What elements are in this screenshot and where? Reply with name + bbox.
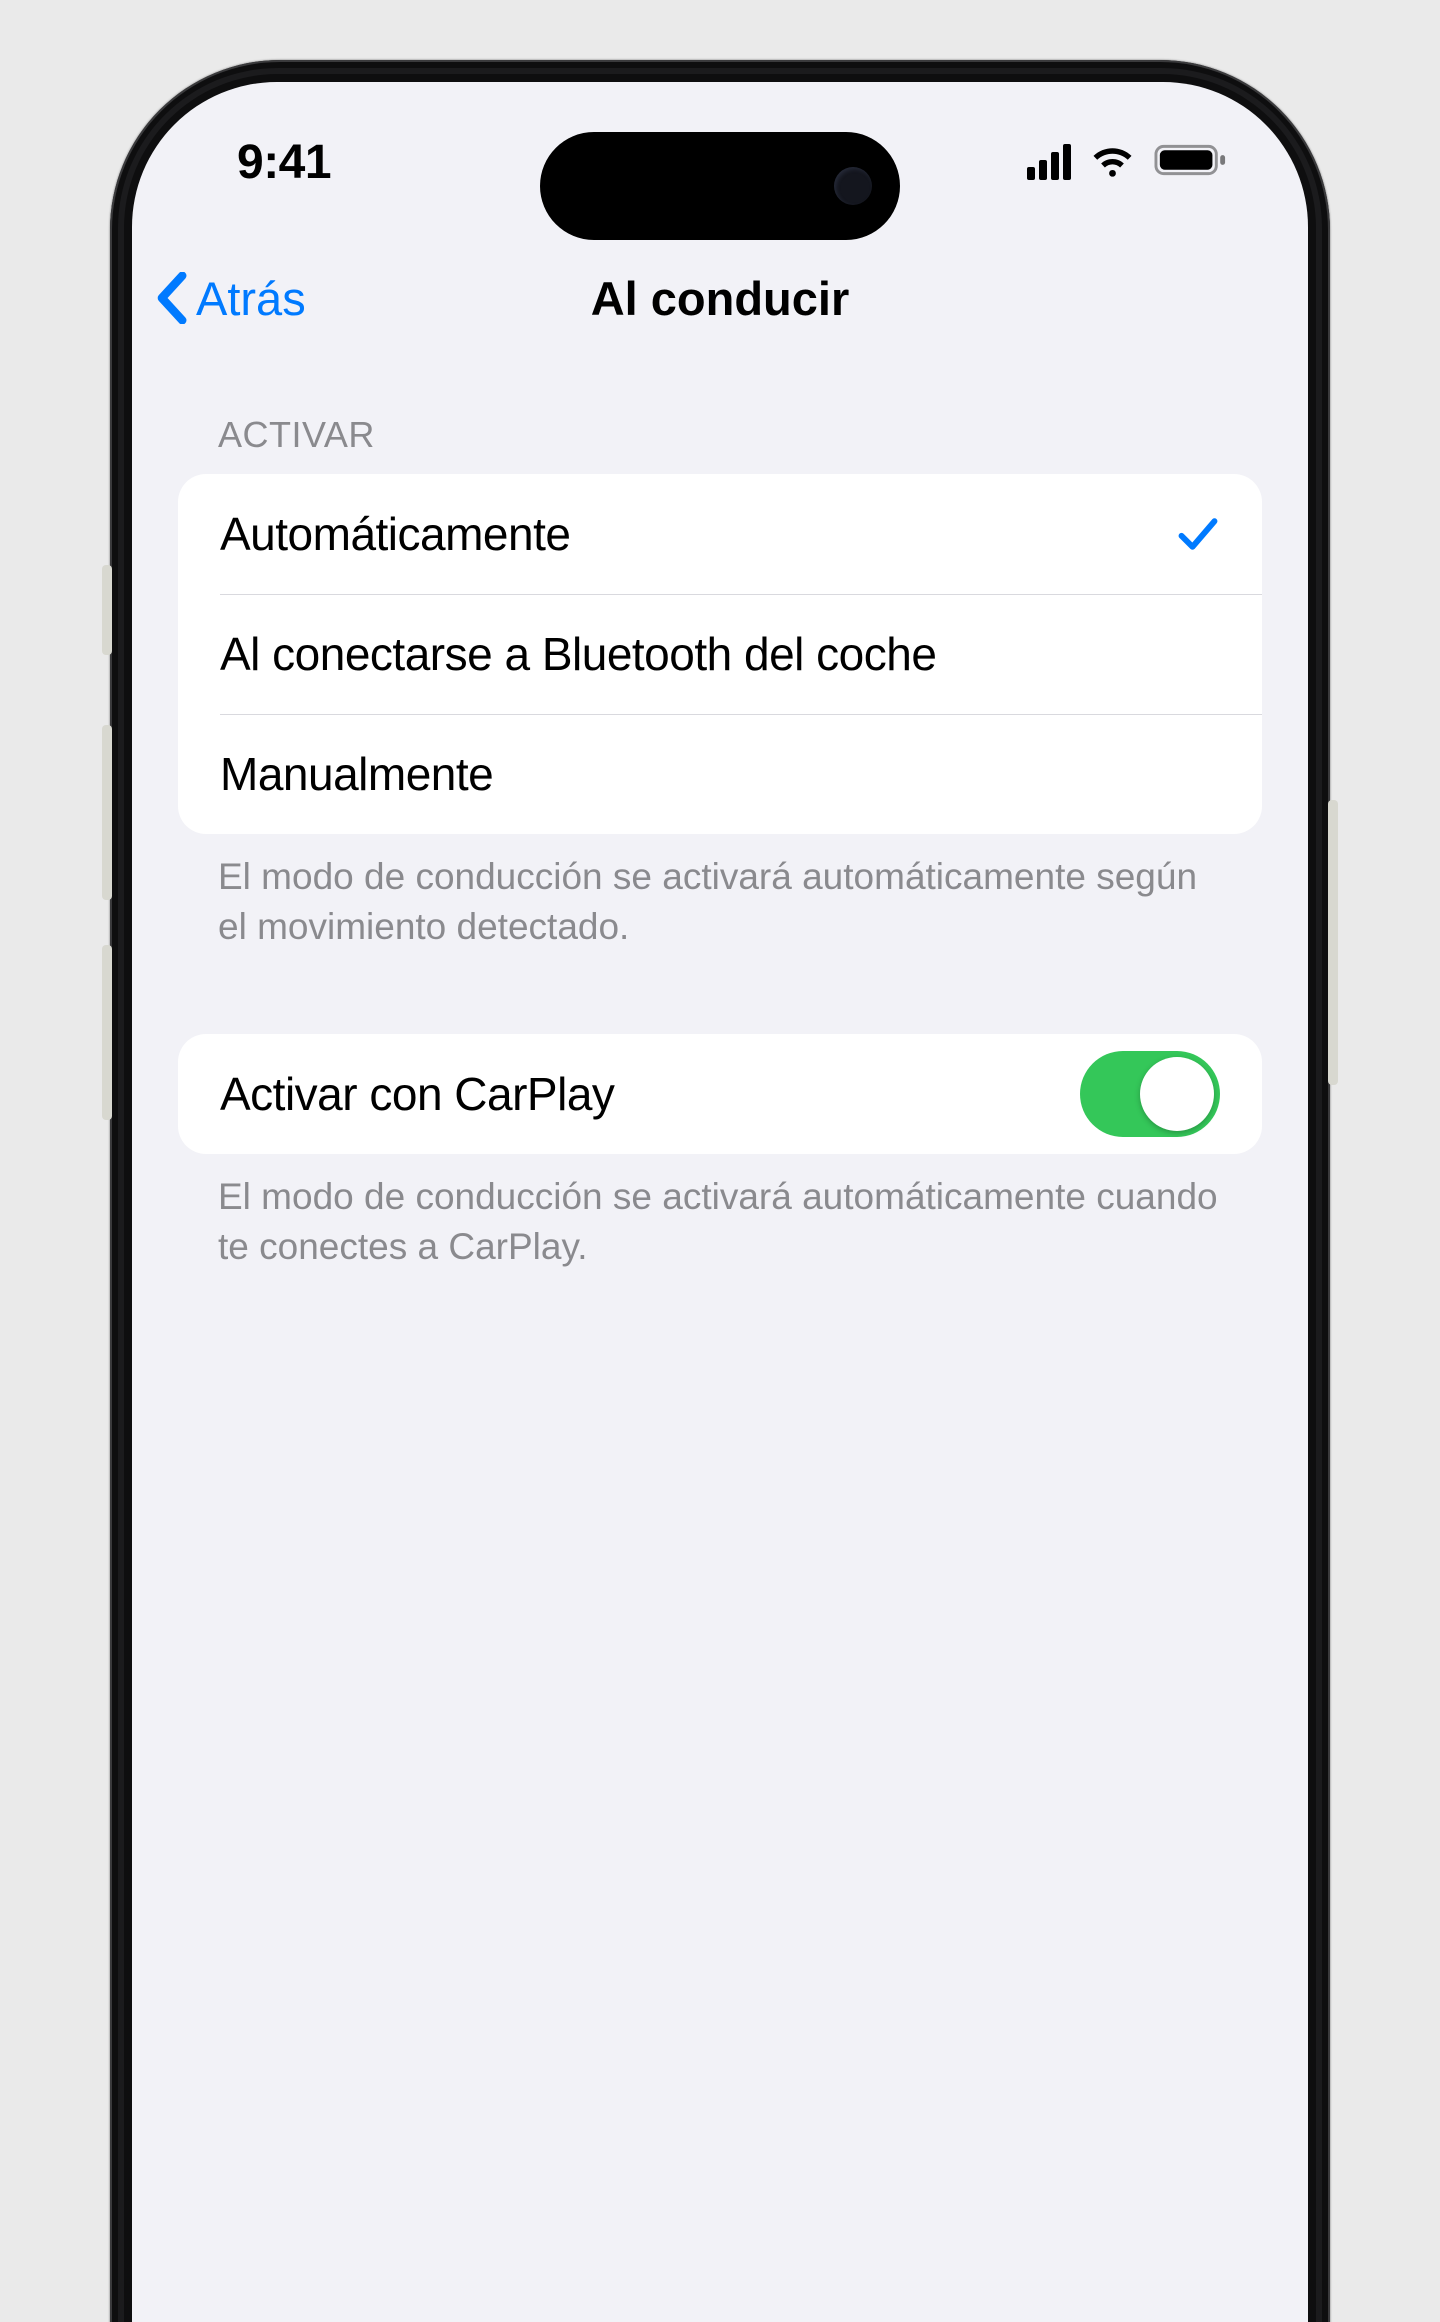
activate-options-group: Automáticamente Al conectarse a Bluetoot… — [178, 474, 1262, 834]
phone-volume-up — [102, 725, 112, 900]
phone-power-button — [1328, 800, 1338, 1085]
carplay-group: Activar con CarPlay — [178, 1034, 1262, 1154]
activate-section-header: ACTIVAR — [178, 354, 1262, 474]
phone-silence-switch — [102, 565, 112, 655]
option-bluetooth[interactable]: Al conectarse a Bluetooth del coche — [178, 594, 1262, 714]
option-automatically[interactable]: Automáticamente — [178, 474, 1262, 594]
status-time: 9:41 — [237, 135, 331, 190]
carplay-footer-text: El modo de conducción se activará automá… — [178, 1154, 1262, 1272]
chevron-left-icon — [156, 272, 190, 324]
option-manually[interactable]: Manualmente — [178, 714, 1262, 834]
checkmark-icon — [1176, 512, 1220, 556]
backdrop: 9:41 — [0, 0, 1440, 2322]
spacer — [178, 952, 1262, 1034]
option-label: Al conectarse a Bluetooth del coche — [220, 627, 936, 681]
content-area: ACTIVAR Automáticamente Al conectarse a … — [132, 354, 1308, 1272]
battery-icon — [1154, 142, 1228, 183]
activate-footer-text: El modo de conducción se activará automá… — [178, 834, 1262, 952]
carplay-toggle[interactable] — [1080, 1051, 1220, 1137]
phone-frame: 9:41 — [110, 60, 1330, 2322]
option-label: Automáticamente — [220, 507, 570, 561]
status-indicators — [1023, 142, 1228, 183]
cellular-icon — [1023, 144, 1071, 180]
carplay-label: Activar con CarPlay — [220, 1067, 614, 1121]
back-button-label: Atrás — [196, 271, 306, 326]
screen: 9:41 — [132, 82, 1308, 2322]
phone-volume-down — [102, 945, 112, 1120]
dynamic-island — [540, 132, 900, 240]
wifi-icon — [1089, 142, 1136, 183]
navigation-bar: Atrás Al conducir — [132, 242, 1308, 354]
page-title: Al conducir — [591, 271, 850, 326]
carplay-toggle-row[interactable]: Activar con CarPlay — [178, 1034, 1262, 1154]
back-button[interactable]: Atrás — [156, 271, 306, 326]
option-label: Manualmente — [220, 747, 493, 801]
